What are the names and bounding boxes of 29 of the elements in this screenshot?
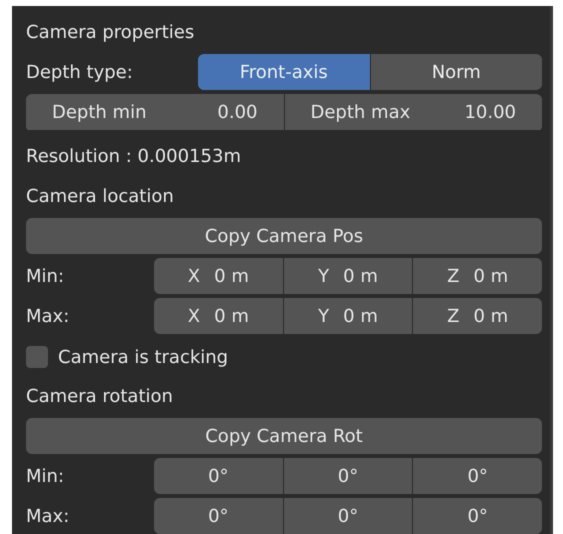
- number-field[interactable]: Z 0 m: [413, 298, 542, 334]
- number-field[interactable]: 0°: [284, 458, 412, 494]
- row-label: Max:: [26, 504, 70, 528]
- depth-field[interactable]: Depth min 0.00: [26, 94, 284, 130]
- resolution-text: Resolution : 0.000153m: [26, 144, 242, 168]
- number-field[interactable]: Y 0 m: [284, 298, 412, 334]
- depth-type-option[interactable]: Front-axis: [198, 54, 370, 90]
- row-label: Max:: [26, 304, 70, 328]
- number-field[interactable]: 0°: [413, 458, 542, 494]
- number-field[interactable]: X 0 m: [154, 298, 283, 334]
- copy-rotation-button[interactable]: Copy Camera Rot: [26, 418, 542, 454]
- number-field[interactable]: 0°: [413, 498, 542, 534]
- number-field[interactable]: 0°: [284, 498, 412, 534]
- depth-type-label: Depth type:: [26, 60, 134, 84]
- copy-position-button[interactable]: Copy Camera Pos: [26, 218, 542, 254]
- row-label: Min:: [26, 464, 66, 488]
- panel-title: Camera properties: [26, 20, 196, 44]
- tracking-checkbox[interactable]: [26, 346, 48, 368]
- number-field[interactable]: 0°: [154, 498, 283, 534]
- section-heading: Camera location: [26, 184, 175, 208]
- depth-type-option[interactable]: Norm: [370, 54, 542, 90]
- depth-field[interactable]: Depth max 10.00: [284, 94, 542, 130]
- number-field[interactable]: Y 0 m: [284, 258, 412, 294]
- checkbox-label: Camera is tracking: [58, 346, 228, 368]
- number-field[interactable]: Z 0 m: [413, 258, 542, 294]
- section-heading: Camera rotation: [26, 384, 174, 408]
- number-field[interactable]: X 0 m: [154, 258, 283, 294]
- number-field[interactable]: 0°: [154, 458, 283, 494]
- row-label: Min:: [26, 264, 66, 288]
